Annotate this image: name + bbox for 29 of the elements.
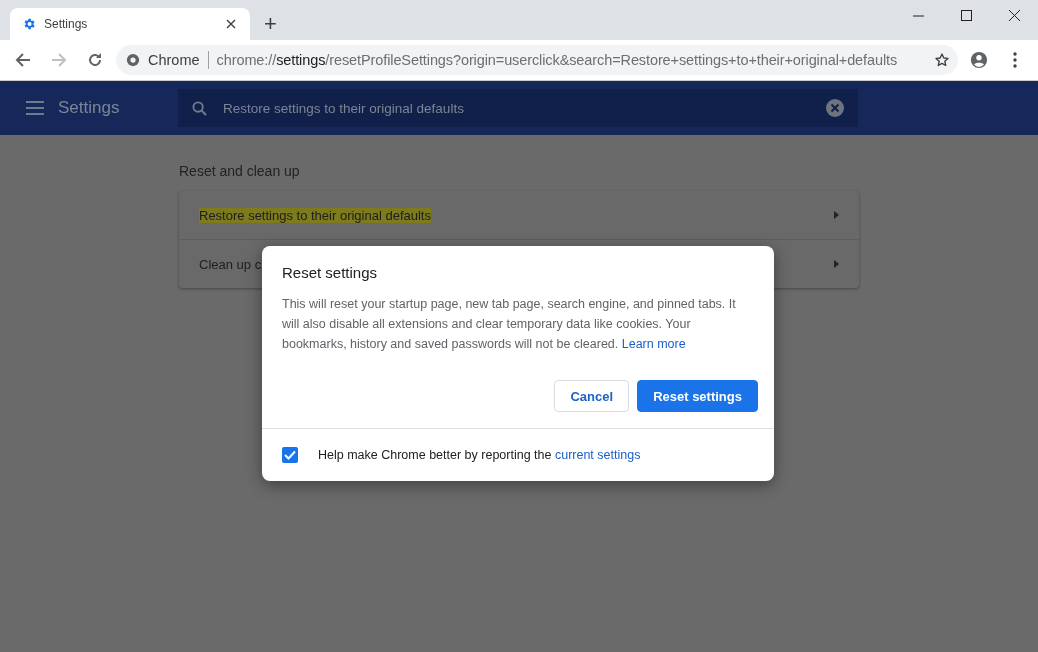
menu-icon[interactable] [26, 101, 44, 115]
browser-tab[interactable]: Settings [10, 8, 250, 40]
checkbox-label: Help make Chrome better by reporting the current settings [318, 448, 641, 462]
reset-button[interactable]: Reset settings [637, 380, 758, 412]
checkbox[interactable] [282, 447, 298, 463]
star-icon[interactable] [934, 52, 950, 68]
settings-item[interactable]: Clean up c [199, 256, 262, 272]
search-field[interactable]: Restore settings to their original defaults [221, 99, 812, 117]
close-icon[interactable] [224, 19, 238, 29]
chrome-logo-icon [126, 53, 140, 67]
current-settings-link[interactable]: current settings [554, 448, 641, 462]
gear-icon [22, 17, 36, 31]
settings-item[interactable]: Restore settings to their original defaults [199, 207, 431, 223]
site-label: Chrome [148, 52, 200, 68]
caret-icon [834, 211, 839, 219]
dialog-title: Reset settings [281, 263, 379, 281]
clear-icon[interactable] [826, 99, 844, 117]
dialog-message: This will reset your startup page, new tab page, search engine, and pinned tabs. It will also disable all extensions and clear temporary data like cookies. Your bookmarks, history and saved passwords will not be cleared. Learn more [281, 296, 737, 353]
new-tab-button[interactable]: + [260, 12, 281, 36]
cancel-button[interactable]: Cancel [554, 380, 630, 412]
page-title: Settings [58, 98, 121, 118]
section-title: Reset and clean up [179, 163, 301, 179]
caret-icon [834, 260, 839, 268]
search-bar[interactable]: Restore settings to their original defaults [178, 89, 858, 127]
tab-title: Settings [44, 17, 89, 31]
learn-more-link[interactable]: Learn more [621, 337, 686, 351]
search-icon [192, 100, 207, 116]
url-text: chrome://settings/resetProfileSettings?origin=userclick&search=Restore+settings+to+their+original+defaults [216, 52, 899, 68]
address-bar[interactable]: Chrome chrome://settings/resetProfileSettings?origin=userclick&search=Restore+settings+to+their+original+defaults [116, 45, 958, 75]
